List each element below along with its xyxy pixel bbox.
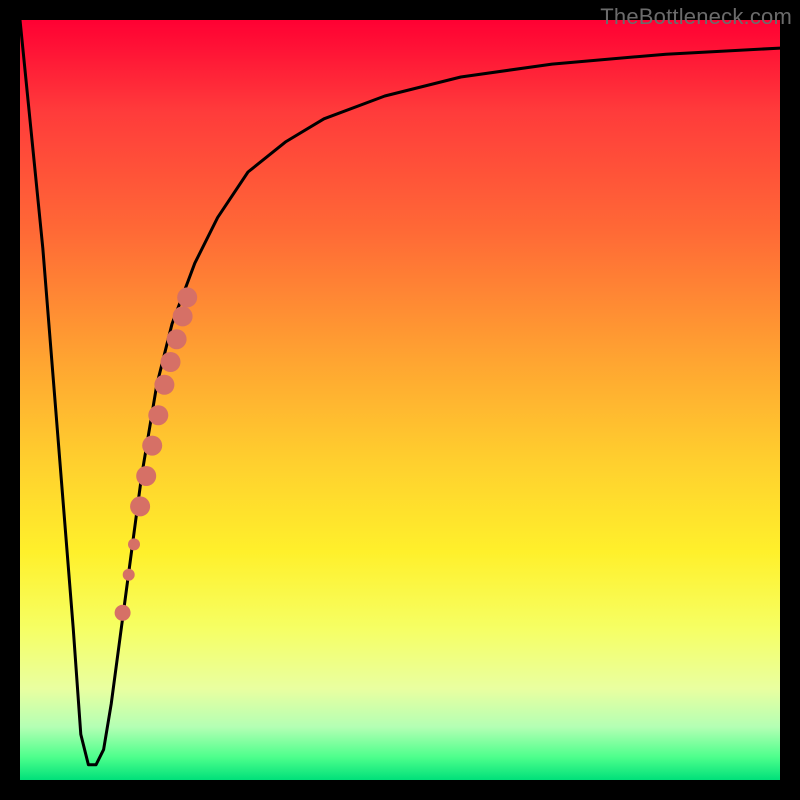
watermark-text: TheBottleneck.com [600, 4, 792, 30]
highlight-dot [123, 569, 135, 581]
highlight-dot [130, 496, 150, 516]
highlight-dot [154, 375, 174, 395]
highlight-dot [136, 466, 156, 486]
highlight-dot [173, 306, 193, 326]
chart-plot-area [20, 20, 780, 780]
bottleneck-curve [20, 20, 780, 765]
highlight-dot [161, 352, 181, 372]
highlight-dot [148, 405, 168, 425]
highlight-dot [115, 605, 131, 621]
highlight-dot [167, 329, 187, 349]
highlight-dot [177, 287, 197, 307]
chart-frame: TheBottleneck.com [0, 0, 800, 800]
highlight-dots [115, 287, 198, 620]
chart-svg [20, 20, 780, 780]
highlight-dot [128, 538, 140, 550]
highlight-dot [142, 436, 162, 456]
